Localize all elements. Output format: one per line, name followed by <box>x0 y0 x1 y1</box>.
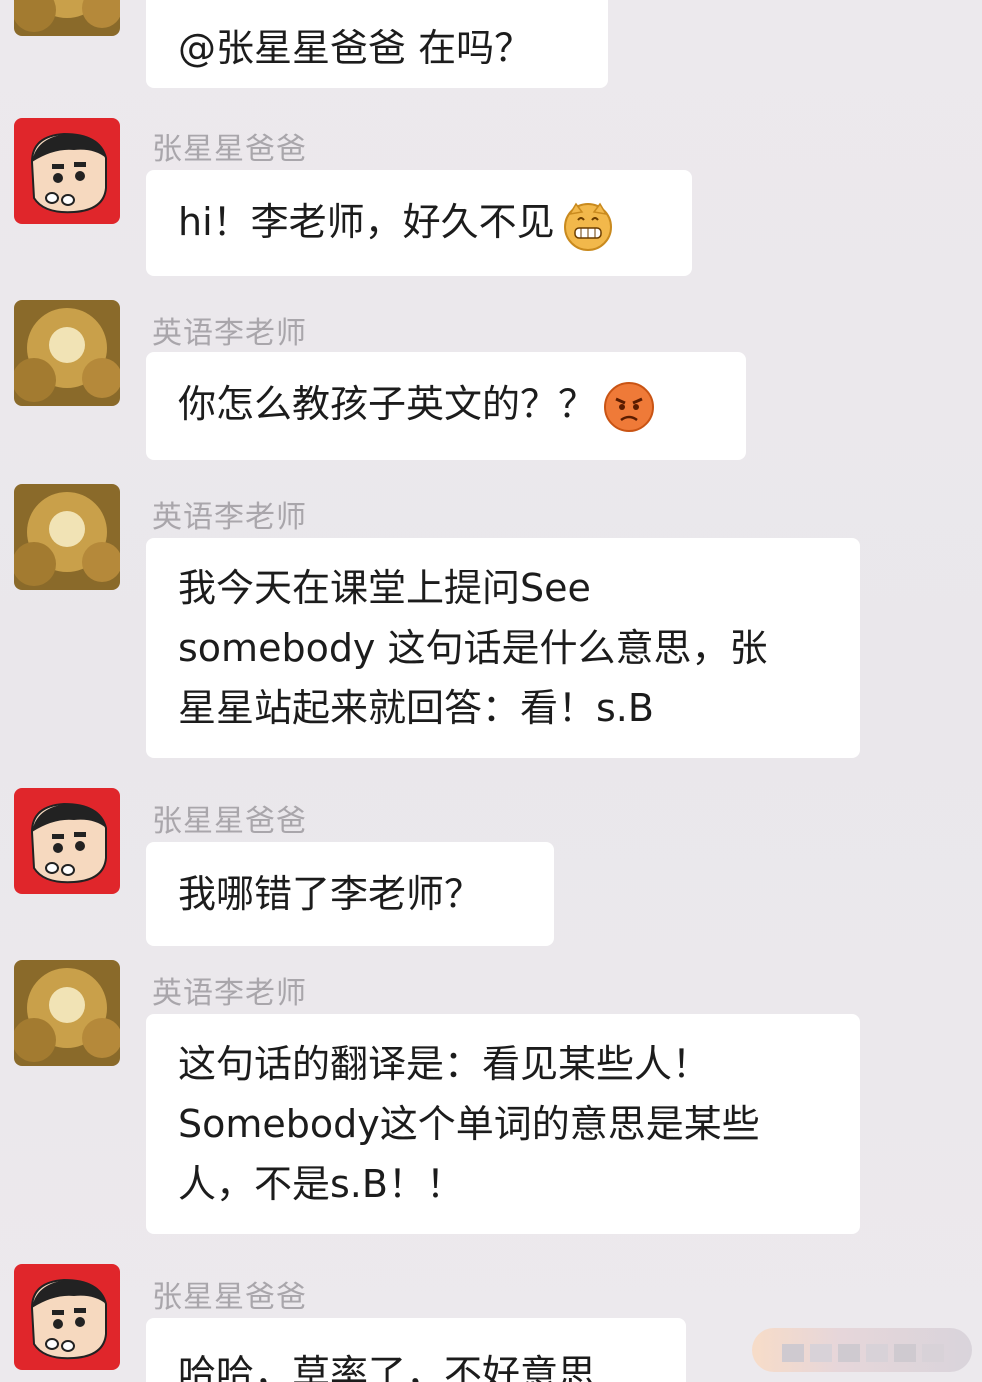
message-text: 你怎么教孩子英文的？？ <box>178 382 597 426</box>
teacher-avatar[interactable] <box>14 0 120 36</box>
blurred-watermark <box>752 1328 972 1372</box>
message-bubble[interactable]: hi！李老师，好久不见 <box>146 170 692 276</box>
grin-emoji-icon <box>561 198 615 252</box>
message-bubble[interactable]: 哈哈，草率了，不好意思 <box>146 1318 686 1382</box>
sender-name: 张星星爸爸 <box>152 1280 307 1315</box>
crayon-shin-avatar-image <box>14 118 120 224</box>
message-text: 我今天在课堂上提问See somebody 这句话是什么意思，张 星星站起来就回… <box>178 566 768 730</box>
message-text: 哈哈，草率了，不好意思 <box>178 1352 597 1382</box>
message-bubble[interactable]: @张星星爸爸 在吗？ <box>146 0 608 88</box>
teacher-avatar[interactable] <box>14 484 120 590</box>
crayon-shin-avatar[interactable] <box>14 1264 120 1370</box>
sender-name: 英语李老师 <box>152 316 307 351</box>
message-bubble[interactable]: 我今天在课堂上提问See somebody 这句话是什么意思，张 星星站起来就回… <box>146 538 860 758</box>
teacher-avatar[interactable] <box>14 300 120 406</box>
message-text: 这句话的翻译是：看见某些人！ Somebody这个单词的意思是某些 人，不是s.… <box>178 1042 760 1206</box>
message-bubble[interactable]: 我哪错了李老师？ <box>146 842 554 946</box>
teacher-avatar-image <box>14 484 120 590</box>
sender-name: 英语李老师 <box>152 976 307 1011</box>
teacher-avatar[interactable] <box>14 960 120 1066</box>
crayon-shin-avatar[interactable] <box>14 118 120 224</box>
sender-name: 英语李老师 <box>152 500 307 535</box>
crayon-shin-avatar-image <box>14 1264 120 1370</box>
message-text: hi！李老师，好久不见 <box>178 200 555 244</box>
teacher-avatar-image <box>14 960 120 1066</box>
message-text: @张星星爸爸 在吗？ <box>178 26 533 70</box>
crayon-shin-avatar-image <box>14 788 120 894</box>
angry-emoji-icon <box>602 380 656 434</box>
crayon-shin-avatar[interactable] <box>14 788 120 894</box>
sender-name: 张星星爸爸 <box>152 132 307 167</box>
message-bubble[interactable]: 这句话的翻译是：看见某些人！ Somebody这个单词的意思是某些 人，不是s.… <box>146 1014 860 1234</box>
chat-view: @张星星爸爸 在吗？ 张星星爸爸 hi！李老师，好久不见 英语李老师 你怎么教孩… <box>0 0 982 1382</box>
teacher-avatar-image <box>14 300 120 406</box>
teacher-avatar-image <box>14 0 120 36</box>
sender-name: 张星星爸爸 <box>152 804 307 839</box>
message-bubble[interactable]: 你怎么教孩子英文的？？ <box>146 352 746 460</box>
message-text: 我哪错了李老师？ <box>178 872 483 916</box>
